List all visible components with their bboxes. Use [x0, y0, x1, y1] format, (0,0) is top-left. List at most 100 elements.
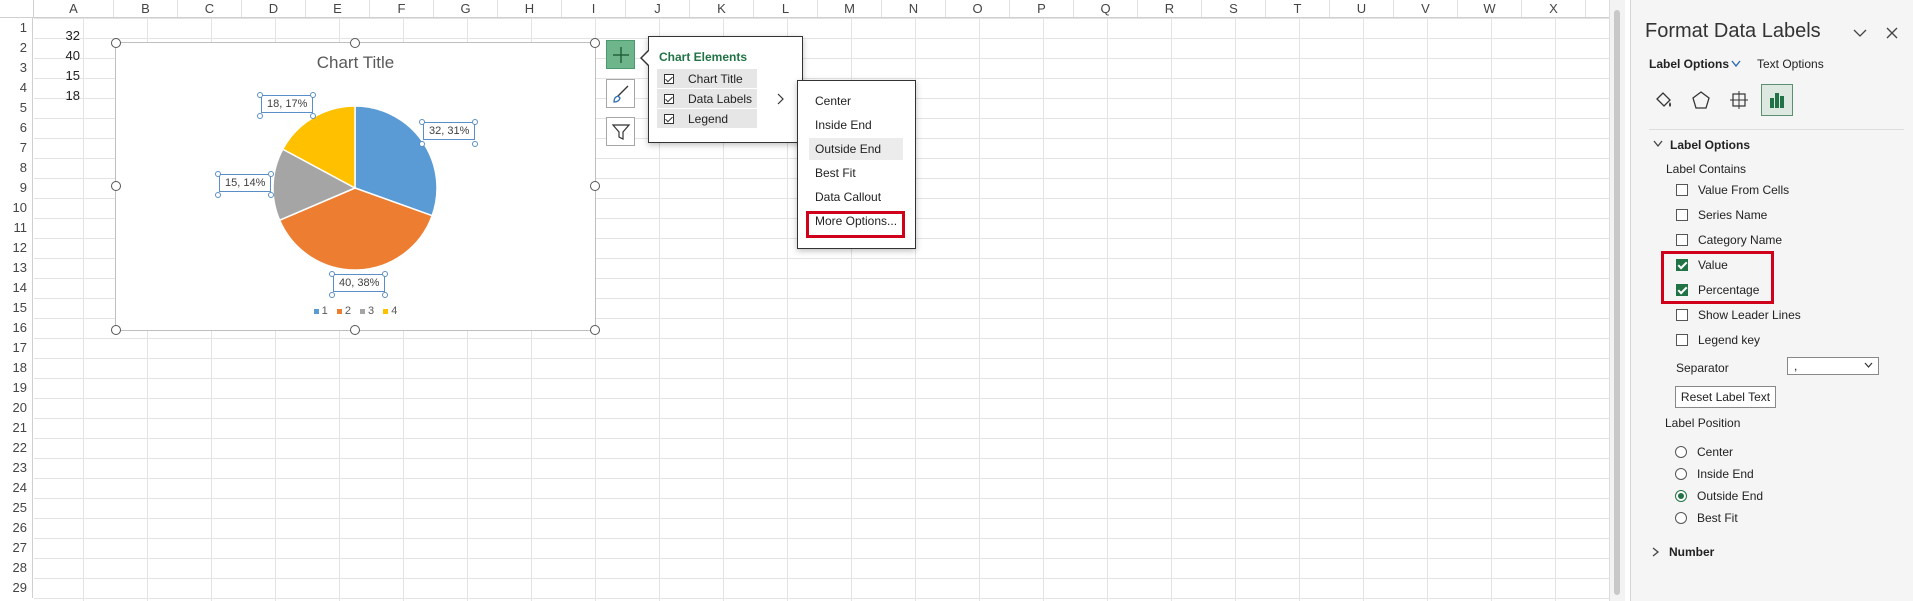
label-handle[interactable]: [257, 113, 263, 119]
chart-element-chart-title[interactable]: Chart Title: [657, 69, 757, 88]
row-header-12[interactable]: 12: [0, 238, 33, 258]
label-handle[interactable]: [419, 119, 425, 125]
chart-styles-button[interactable]: [606, 79, 635, 108]
chart-element-legend[interactable]: Legend: [657, 109, 757, 128]
effects-tab[interactable]: [1685, 84, 1717, 116]
radio[interactable]: [1675, 468, 1687, 480]
column-header-c[interactable]: C: [178, 0, 242, 17]
chevron-right-icon[interactable]: [1652, 547, 1660, 557]
section-label-options[interactable]: Label Options: [1670, 138, 1750, 152]
column-header-g[interactable]: G: [434, 0, 498, 17]
row-header-3[interactable]: 3: [0, 58, 33, 78]
row-header-11[interactable]: 11: [0, 218, 33, 238]
resize-handle-bl[interactable]: [111, 325, 121, 335]
resize-handle-t[interactable]: [350, 38, 360, 48]
column-header-s[interactable]: S: [1202, 0, 1266, 17]
checkbox[interactable]: [664, 113, 674, 124]
label-handle[interactable]: [215, 171, 221, 177]
cell-a2[interactable]: 40: [34, 46, 80, 66]
column-header-b[interactable]: B: [114, 0, 178, 17]
option-legend-key[interactable]: Legend key: [1676, 331, 1760, 349]
checkbox[interactable]: [1676, 234, 1688, 246]
chart-elements-button[interactable]: [606, 40, 635, 69]
label-handle[interactable]: [419, 141, 425, 147]
chevron-down-icon[interactable]: [1853, 28, 1867, 38]
data-label-2[interactable]: 40, 38%: [333, 274, 386, 292]
row-header-7[interactable]: 7: [0, 138, 33, 158]
row-header-5[interactable]: 5: [0, 98, 33, 118]
resize-handle-tl[interactable]: [111, 38, 121, 48]
column-header-x[interactable]: X: [1522, 0, 1586, 17]
column-header-j[interactable]: J: [626, 0, 690, 17]
row-header-22[interactable]: 22: [0, 438, 33, 458]
checkbox[interactable]: [664, 93, 674, 104]
label-handle[interactable]: [329, 292, 335, 298]
label-handle[interactable]: [215, 192, 221, 198]
column-header-u[interactable]: U: [1330, 0, 1394, 17]
cell-a1[interactable]: 32: [34, 26, 80, 46]
label-handle[interactable]: [310, 113, 316, 119]
column-header-a[interactable]: A: [34, 0, 114, 17]
option-category-name[interactable]: Category Name: [1676, 231, 1782, 249]
menu-item-best-fit[interactable]: Best Fit: [809, 162, 903, 184]
data-label-1[interactable]: 32, 31%: [423, 122, 476, 140]
resize-handle-l[interactable]: [111, 181, 121, 191]
row-header-20[interactable]: 20: [0, 398, 33, 418]
resize-handle-br[interactable]: [590, 325, 600, 335]
row-header-18[interactable]: 18: [0, 358, 33, 378]
pie-chart[interactable]: Chart Title 32, 31% 40, 38% 15, 14% 18, …: [115, 42, 596, 331]
position-inside-end[interactable]: Inside End: [1675, 465, 1754, 483]
row-header-26[interactable]: 26: [0, 518, 33, 538]
checkbox[interactable]: [1676, 184, 1688, 196]
label-handle[interactable]: [268, 171, 274, 177]
row-header-1[interactable]: 1: [0, 18, 33, 38]
chevron-down-icon[interactable]: [1731, 60, 1741, 68]
position-best-fit[interactable]: Best Fit: [1675, 509, 1738, 527]
row-header-15[interactable]: 15: [0, 298, 33, 318]
chart-legend[interactable]: 1 2 3 4: [116, 305, 595, 317]
position-center[interactable]: Center: [1675, 443, 1733, 461]
row-header-19[interactable]: 19: [0, 378, 33, 398]
radio[interactable]: [1675, 512, 1687, 524]
label-options-tab[interactable]: [1761, 84, 1793, 116]
fill-line-tab[interactable]: [1647, 84, 1679, 116]
column-header-v[interactable]: V: [1394, 0, 1458, 17]
column-header-p[interactable]: P: [1010, 0, 1074, 17]
separator-select[interactable]: ,: [1787, 357, 1879, 375]
row-header-21[interactable]: 21: [0, 418, 33, 438]
radio[interactable]: [1675, 446, 1687, 458]
row-header-17[interactable]: 17: [0, 338, 33, 358]
menu-item-outside-end[interactable]: Outside End: [809, 138, 903, 160]
menu-item-center[interactable]: Center: [809, 90, 903, 112]
checkbox[interactable]: [1676, 334, 1688, 346]
column-header-l[interactable]: L: [754, 0, 818, 17]
menu-item-inside-end[interactable]: Inside End: [809, 114, 903, 136]
column-header-o[interactable]: O: [946, 0, 1010, 17]
scroll-thumb[interactable]: [1614, 10, 1620, 595]
data-label-3[interactable]: 15, 14%: [219, 174, 272, 192]
column-header-d[interactable]: D: [242, 0, 306, 17]
row-header-24[interactable]: 24: [0, 478, 33, 498]
row-header-13[interactable]: 13: [0, 258, 33, 278]
row-header-2[interactable]: 2: [0, 38, 33, 58]
row-header-25[interactable]: 25: [0, 498, 33, 518]
label-handle[interactable]: [257, 92, 263, 98]
column-header-t[interactable]: T: [1266, 0, 1330, 17]
column-header-q[interactable]: Q: [1074, 0, 1138, 17]
close-icon[interactable]: [1886, 27, 1898, 39]
menu-item-data-callout[interactable]: Data Callout: [809, 186, 903, 208]
cell-a3[interactable]: 15: [34, 66, 80, 86]
radio[interactable]: [1675, 490, 1687, 502]
row-header-6[interactable]: 6: [0, 118, 33, 138]
option-series-name[interactable]: Series Name: [1676, 206, 1767, 224]
chevron-down-icon[interactable]: [1653, 140, 1663, 148]
label-handle[interactable]: [268, 192, 274, 198]
option-show-leader-lines[interactable]: Show Leader Lines: [1676, 306, 1801, 324]
row-header-10[interactable]: 10: [0, 198, 33, 218]
resize-handle-tr[interactable]: [590, 38, 600, 48]
column-header-f[interactable]: F: [370, 0, 434, 17]
chevron-right-icon[interactable]: [776, 93, 786, 105]
row-header-4[interactable]: 4: [0, 78, 33, 98]
row-header-8[interactable]: 8: [0, 158, 33, 178]
label-handle[interactable]: [382, 292, 388, 298]
